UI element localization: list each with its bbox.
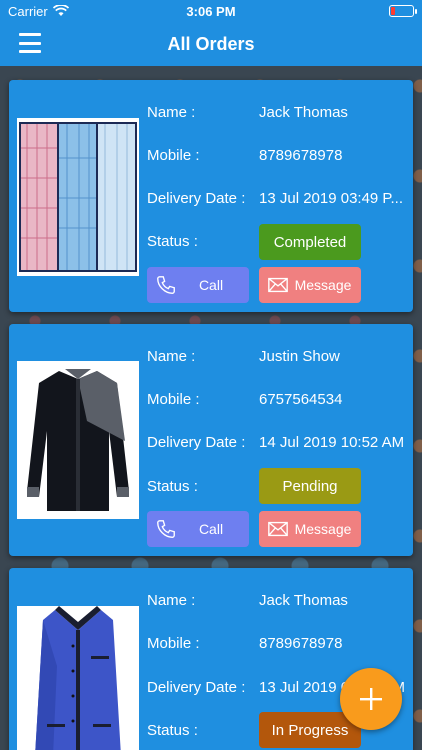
dark-shirt-image — [17, 361, 139, 519]
status-label: Status : — [147, 233, 198, 250]
customer-name: Jack Thomas — [259, 592, 348, 609]
order-card[interactable]: Name : Jack Thomas Mobile : 8789678978 D… — [9, 80, 413, 312]
battery-icon — [389, 5, 417, 17]
envelope-icon — [268, 277, 288, 293]
phone-icon — [157, 520, 175, 538]
mobile-label: Mobile : — [147, 635, 200, 652]
name-label: Name : — [147, 104, 196, 121]
message-button[interactable]: Message — [259, 267, 361, 303]
message-button[interactable]: Message — [259, 511, 361, 547]
navigation-bar: All Orders — [0, 22, 422, 66]
mobile-label: Mobile : — [147, 147, 200, 164]
call-label: Call — [198, 521, 224, 537]
status-badge: Pending — [259, 468, 361, 504]
blue-vest-image — [17, 606, 139, 750]
status-badge: Completed — [259, 224, 361, 260]
order-card[interactable]: Name : Justin Show Mobile : 6757564534 D… — [9, 324, 413, 556]
customer-name: Jack Thomas — [259, 104, 348, 121]
carrier-label: Carrier — [8, 3, 48, 19]
mobile-number: 6757564534 — [259, 391, 343, 408]
mobile-number: 8789678978 — [259, 635, 343, 652]
status-label: Status : — [147, 478, 198, 495]
delivery-date-label: Delivery Date : — [147, 190, 246, 207]
call-button[interactable]: Call — [147, 511, 249, 547]
checked-shirts-image — [17, 118, 139, 276]
call-button[interactable]: Call — [147, 267, 249, 303]
wifi-icon — [52, 5, 69, 16]
message-label: Message — [294, 277, 352, 293]
call-label: Call — [198, 277, 224, 293]
name-label: Name : — [147, 592, 196, 609]
menu-icon[interactable] — [19, 33, 41, 53]
mobile-label: Mobile : — [147, 391, 200, 408]
name-label: Name : — [147, 348, 196, 365]
mobile-number: 8789678978 — [259, 147, 343, 164]
delivery-date-label: Delivery Date : — [147, 679, 246, 696]
add-order-button[interactable] — [340, 668, 402, 730]
delivery-date-value: 14 Jul 2019 10:52 AM — [259, 434, 405, 451]
envelope-icon — [268, 521, 288, 537]
delivery-date-label: Delivery Date : — [147, 434, 246, 451]
delivery-date-value: 13 Jul 2019 03:49 P... — [259, 190, 404, 207]
status-label: Status : — [147, 722, 198, 739]
phone-icon — [157, 276, 175, 294]
status-bar: Carrier 3:06 PM — [0, 0, 422, 22]
customer-name: Justin Show — [259, 348, 340, 365]
page-title: All Orders — [167, 33, 255, 54]
message-label: Message — [294, 521, 352, 537]
plus-icon — [360, 688, 382, 710]
